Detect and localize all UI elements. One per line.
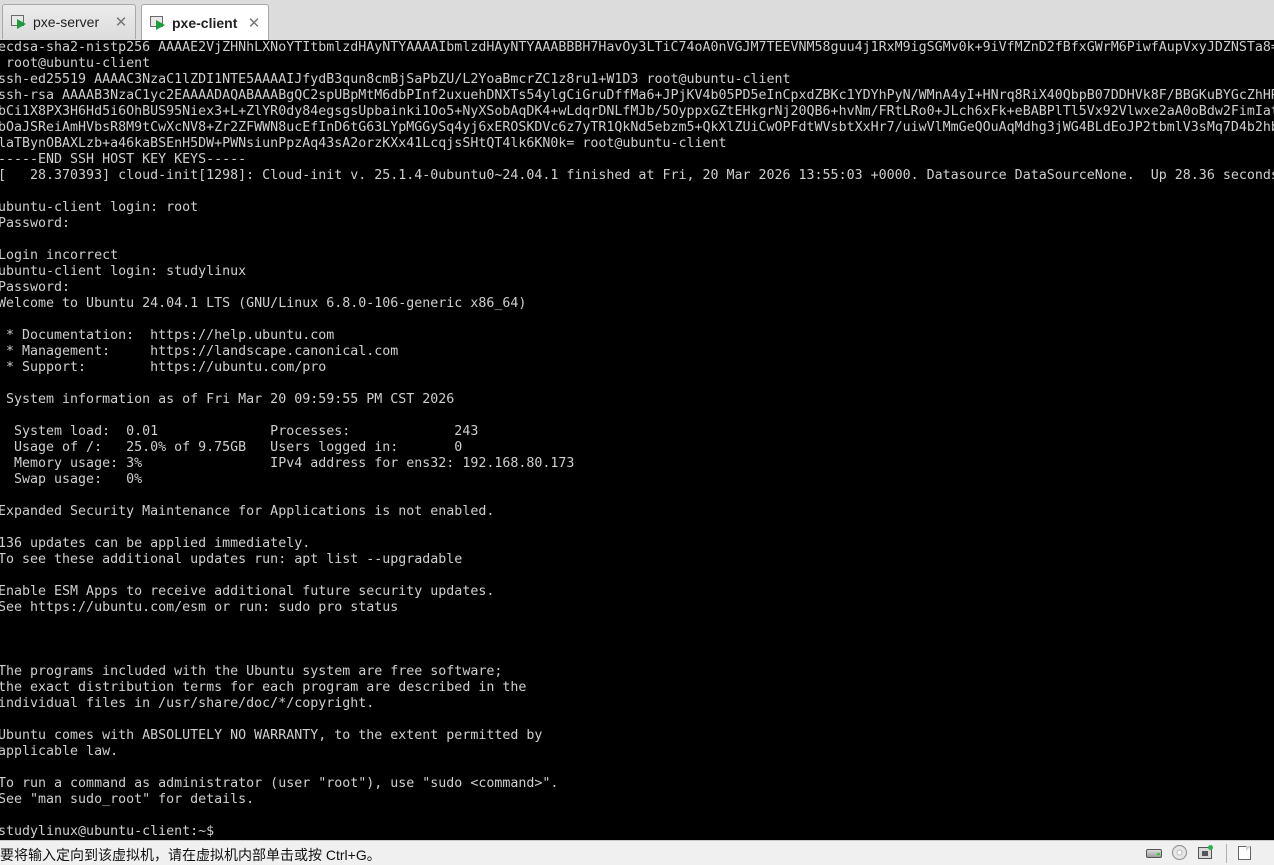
vm-console-screen[interactable]: ecdsa-sha2-nistp256 AAAAE2VjZHNhLXNoYTIt… [0, 40, 1274, 840]
terminal-line: laTBynOBAXLzb+a46kaBSEnH5DW+PWNsiunPpzAq… [0, 136, 727, 151]
terminal-line: bCi1X8PX3H6Hd5i6OhBUS95Niex3+L+ZlYR0dy84… [0, 104, 1274, 119]
tab-label: pxe-server [33, 14, 100, 30]
terminal-line: Expanded Security Maintenance for Applic… [0, 504, 495, 519]
tab-pxe-server[interactable]: pxe-server ✕ [2, 4, 136, 39]
terminal-line: System load: 0.01 Processes: 243 [0, 424, 479, 439]
terminal-line: Swap usage: 0% [0, 472, 143, 487]
terminal-line: Enable ESM Apps to receive additional fu… [0, 584, 495, 599]
terminal-line: To see these additional updates run: apt… [0, 552, 463, 567]
terminal-line: Ubuntu comes with ABSOLUTELY NO WARRANTY… [0, 728, 543, 743]
terminal-line: root@ubuntu-client [0, 56, 151, 71]
terminal-line: * Support: https://ubuntu.com/pro [0, 360, 327, 375]
hard-disk-icon[interactable] [1145, 845, 1163, 861]
terminal-line: [ 28.370393] cloud-init[1298]: Cloud-ini… [0, 168, 1274, 183]
terminal-line: System information as of Fri Mar 20 09:5… [0, 392, 455, 407]
terminal-line: bOaJSReiAmHVbsR8M9tCwXcNV8+Zr2ZFWWN8ucEf… [0, 120, 1274, 135]
terminal-line: individual files in /usr/share/doc/*/cop… [0, 696, 375, 711]
terminal-line: Welcome to Ubuntu 24.04.1 LTS (GNU/Linux… [0, 296, 527, 311]
terminal-line: Password: [0, 216, 71, 231]
status-message: 要将输入定向到该虚拟机，请在虚拟机内部单击或按 Ctrl+G。 [0, 847, 381, 863]
tab-pxe-client[interactable]: pxe-client ✕ [141, 4, 269, 40]
status-bar: 要将输入定向到该虚拟机，请在虚拟机内部单击或按 Ctrl+G。 [0, 840, 1274, 865]
message-log-icon[interactable] [1235, 845, 1253, 861]
terminal-line: Password: [0, 280, 71, 295]
terminal-line: ecdsa-sha2-nistp256 AAAAE2VjZHNhLXNoYTIt… [0, 40, 1274, 55]
status-divider [1226, 844, 1227, 863]
vm-running-icon [11, 14, 27, 30]
terminal-line: -----END SSH HOST KEY KEYS----- [0, 152, 247, 167]
terminal-line: Usage of /: 25.0% of 9.75GB Users logged… [0, 440, 463, 455]
terminal-line: To run a command as administrator (user … [0, 776, 559, 791]
vm-tab-bar: pxe-server ✕ pxe-client ✕ [0, 0, 1274, 41]
close-icon[interactable]: ✕ [246, 14, 262, 32]
network-adapter-icon[interactable] [1196, 845, 1214, 861]
terminal-line: See "man sudo_root" for details. [0, 792, 255, 807]
tab-label: pxe-client [172, 14, 238, 31]
close-icon[interactable]: ✕ [113, 13, 129, 31]
terminal-line: Login incorrect [0, 248, 119, 263]
terminal-line: applicable law. [0, 744, 119, 759]
terminal-line: studylinux@ubuntu-client:~$ [0, 824, 215, 839]
terminal-line: ssh-rsa AAAAB3NzaC1yc2EAAAADAQABAAABgQC2… [0, 88, 1274, 103]
cd-rom-icon[interactable] [1171, 845, 1189, 861]
terminal-line: The programs included with the Ubuntu sy… [0, 664, 503, 679]
vm-running-icon [150, 15, 166, 31]
terminal-line: ubuntu-client login: studylinux [0, 264, 247, 279]
terminal-line: ssh-ed25519 AAAAC3NzaC1lZDI1NTE5AAAAIJfy… [0, 72, 791, 87]
terminal-line: * Management: https://landscape.canonica… [0, 344, 399, 359]
terminal-line: * Documentation: https://help.ubuntu.com [0, 328, 335, 343]
terminal-line: Memory usage: 3% IPv4 address for ens32:… [0, 456, 575, 471]
terminal-line: the exact distribution terms for each pr… [0, 680, 527, 695]
terminal-line: 136 updates can be applied immediately. [0, 536, 311, 551]
terminal-line: See https://ubuntu.com/esm or run: sudo … [0, 600, 399, 615]
terminal-line: ubuntu-client login: root [0, 200, 199, 215]
